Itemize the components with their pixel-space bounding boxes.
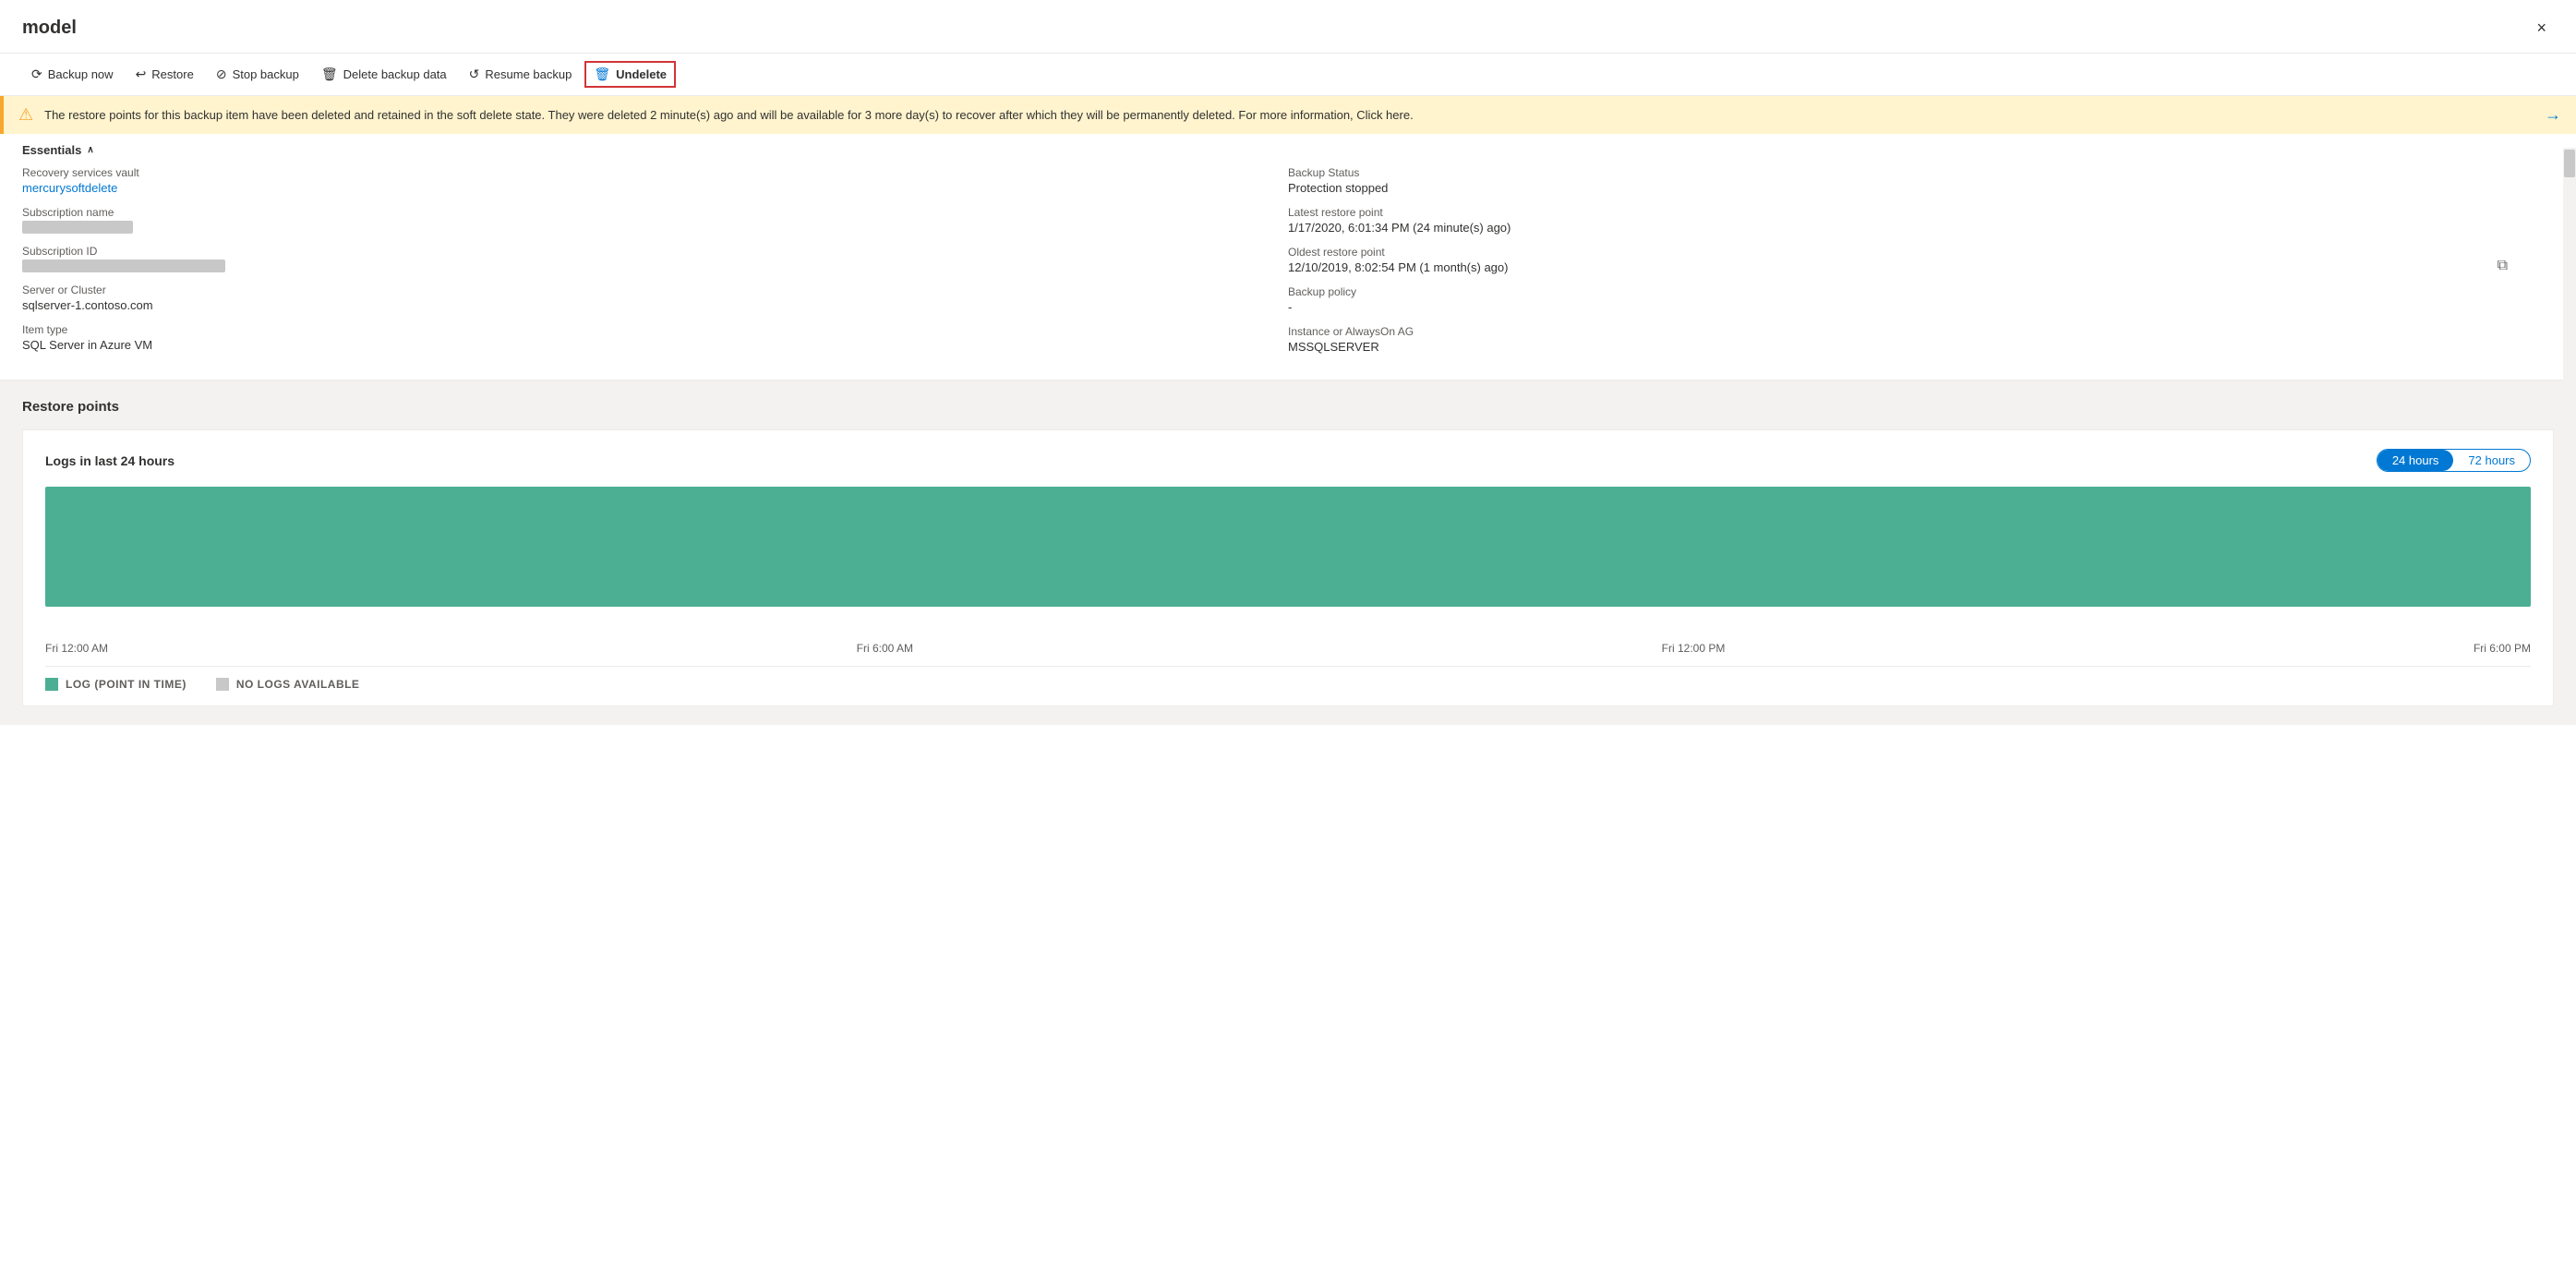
resume-backup-icon: ↺ (469, 66, 480, 82)
essentials-item-oldest-restore: Oldest restore point 12/10/2019, 8:02:54… (1288, 246, 2517, 274)
stop-backup-label: Stop backup (233, 67, 299, 81)
essentials-label-server: Server or Cluster (22, 284, 1251, 296)
warning-banner: ⚠ The restore points for this backup ite… (0, 96, 2576, 134)
delete-backup-icon: 🗑 (321, 66, 338, 82)
essentials-item-backup-policy: Backup policy - (1288, 285, 2517, 314)
x-label-2: Fri 12:00 PM (1662, 642, 1726, 655)
essentials-label-subscription-id: Subscription ID (22, 245, 1251, 258)
stop-backup-icon: ⊘ (216, 66, 227, 82)
panel-header: model × (0, 0, 2576, 54)
essentials-chevron-icon: ∧ (87, 145, 93, 155)
essentials-item-subscription-name: Subscription name (22, 206, 1251, 234)
subscription-name-redacted (22, 221, 133, 234)
time-toggle-24h[interactable]: 24 hours (2377, 450, 2454, 471)
delete-backup-label: Delete backup data (343, 67, 447, 81)
essentials-label-backup-status: Backup Status (1288, 166, 2517, 179)
essentials-item-latest-restore: Latest restore point 1/17/2020, 6:01:34 … (1288, 206, 2517, 235)
legend-color-green (45, 678, 58, 691)
undelete-icon: 🗑 (594, 66, 610, 82)
warning-text: The restore points for this backup item … (44, 108, 2534, 122)
restore-points-title: Restore points (22, 399, 2554, 415)
essentials-value-server: sqlserver-1.contoso.com (22, 298, 1251, 312)
essentials-item-type: Item type SQL Server in Azure VM (22, 323, 1251, 352)
undelete-label: Undelete (616, 67, 667, 81)
essentials-value-instance: MSSQLSERVER (1288, 340, 2517, 354)
essentials-value-backup-policy: - (1288, 300, 2517, 314)
legend-item-0: LOG (POINT IN TIME) (45, 678, 187, 691)
warning-icon: ⚠ (18, 105, 33, 125)
essentials-right-col: Backup Status Protection stopped Latest … (1288, 166, 2554, 365)
essentials-section: Essentials ∧ Recovery services vault mer… (0, 134, 2576, 380)
resume-backup-button[interactable]: ↺ Resume backup (460, 61, 582, 88)
x-label-3: Fri 6:00 PM (2474, 642, 2531, 655)
essentials-title: Essentials (22, 143, 81, 157)
essentials-label-backup-policy: Backup policy (1288, 285, 2517, 298)
essentials-left-col: Recovery services vault mercurysoftdelet… (22, 166, 1288, 365)
essentials-label-instance: Instance or AlwaysOn AG (1288, 325, 2517, 338)
delete-backup-data-button[interactable]: 🗑 Delete backup data (312, 61, 456, 88)
panel-title: model (22, 18, 77, 39)
backup-now-label: Backup now (48, 67, 114, 81)
essentials-grid: Recovery services vault mercurysoftdelet… (22, 166, 2554, 380)
subscription-id-redacted (22, 259, 225, 272)
restore-icon: ↩ (136, 66, 147, 82)
essentials-label-latest-restore: Latest restore point (1288, 206, 2517, 219)
chart-container: Logs in last 24 hours 24 hours 72 hours … (22, 429, 2554, 706)
essentials-item-backup-status: Backup Status Protection stopped (1288, 166, 2517, 195)
essentials-item-subscription-id: Subscription ID (22, 245, 1251, 272)
copy-button[interactable]: ⧉ (2498, 258, 2508, 274)
essentials-value-backup-status: Protection stopped (1288, 181, 2517, 195)
essentials-value-subscription-id (22, 259, 1251, 272)
time-toggle: 24 hours 72 hours (2377, 449, 2531, 472)
main-panel: model × ⟳ Backup now ↩ Restore ⊘ Stop ba… (0, 0, 2576, 1267)
undelete-button[interactable]: 🗑 Undelete (584, 61, 676, 88)
essentials-item-server: Server or Cluster sqlserver-1.contoso.co… (22, 284, 1251, 312)
chart-area (45, 487, 2531, 634)
essentials-value-vault[interactable]: mercurysoftdelete (22, 181, 1251, 195)
scrollbar-thumb (2564, 150, 2575, 177)
essentials-label-type: Item type (22, 323, 1251, 336)
chart-x-labels: Fri 12:00 AM Fri 6:00 AM Fri 12:00 PM Fr… (45, 642, 2531, 655)
essentials-label-subscription-name: Subscription name (22, 206, 1251, 219)
stop-backup-button[interactable]: ⊘ Stop backup (207, 61, 308, 88)
essentials-item-vault: Recovery services vault mercurysoftdelet… (22, 166, 1251, 195)
toolbar: ⟳ Backup now ↩ Restore ⊘ Stop backup 🗑 D… (0, 54, 2576, 96)
warning-arrow[interactable]: → (2545, 105, 2561, 125)
resume-backup-label: Resume backup (485, 67, 572, 81)
x-label-1: Fri 6:00 AM (857, 642, 913, 655)
legend-item-1: NO LOGS AVAILABLE (216, 678, 360, 691)
essentials-label-vault: Recovery services vault (22, 166, 1251, 179)
scrollbar[interactable] (2563, 148, 2576, 406)
chart-legend: LOG (POINT IN TIME) NO LOGS AVAILABLE (45, 666, 2531, 691)
chart-bar-green (45, 487, 2531, 607)
legend-color-gray (216, 678, 229, 691)
legend-label-1: NO LOGS AVAILABLE (236, 678, 360, 691)
essentials-value-oldest-restore: 12/10/2019, 8:02:54 PM (1 month(s) ago) (1288, 260, 2517, 274)
legend-label-0: LOG (POINT IN TIME) (66, 678, 187, 691)
essentials-value-subscription-name (22, 221, 1251, 234)
chart-title: Logs in last 24 hours (45, 453, 175, 468)
x-label-0: Fri 12:00 AM (45, 642, 108, 655)
restore-label: Restore (151, 67, 194, 81)
time-toggle-72h[interactable]: 72 hours (2453, 450, 2530, 471)
essentials-header[interactable]: Essentials ∧ (22, 134, 2554, 166)
essentials-label-oldest-restore: Oldest restore point (1288, 246, 2517, 259)
restore-points-section: Restore points Logs in last 24 hours 24 … (0, 380, 2576, 725)
backup-now-icon: ⟳ (31, 66, 42, 82)
essentials-value-latest-restore: 1/17/2020, 6:01:34 PM (24 minute(s) ago) (1288, 221, 2517, 235)
close-button[interactable]: × (2529, 15, 2554, 42)
backup-now-button[interactable]: ⟳ Backup now (22, 61, 123, 88)
essentials-value-type: SQL Server in Azure VM (22, 338, 1251, 352)
restore-button[interactable]: ↩ Restore (126, 61, 203, 88)
chart-header: Logs in last 24 hours 24 hours 72 hours (45, 449, 2531, 472)
essentials-item-instance: Instance or AlwaysOn AG MSSQLSERVER (1288, 325, 2517, 354)
